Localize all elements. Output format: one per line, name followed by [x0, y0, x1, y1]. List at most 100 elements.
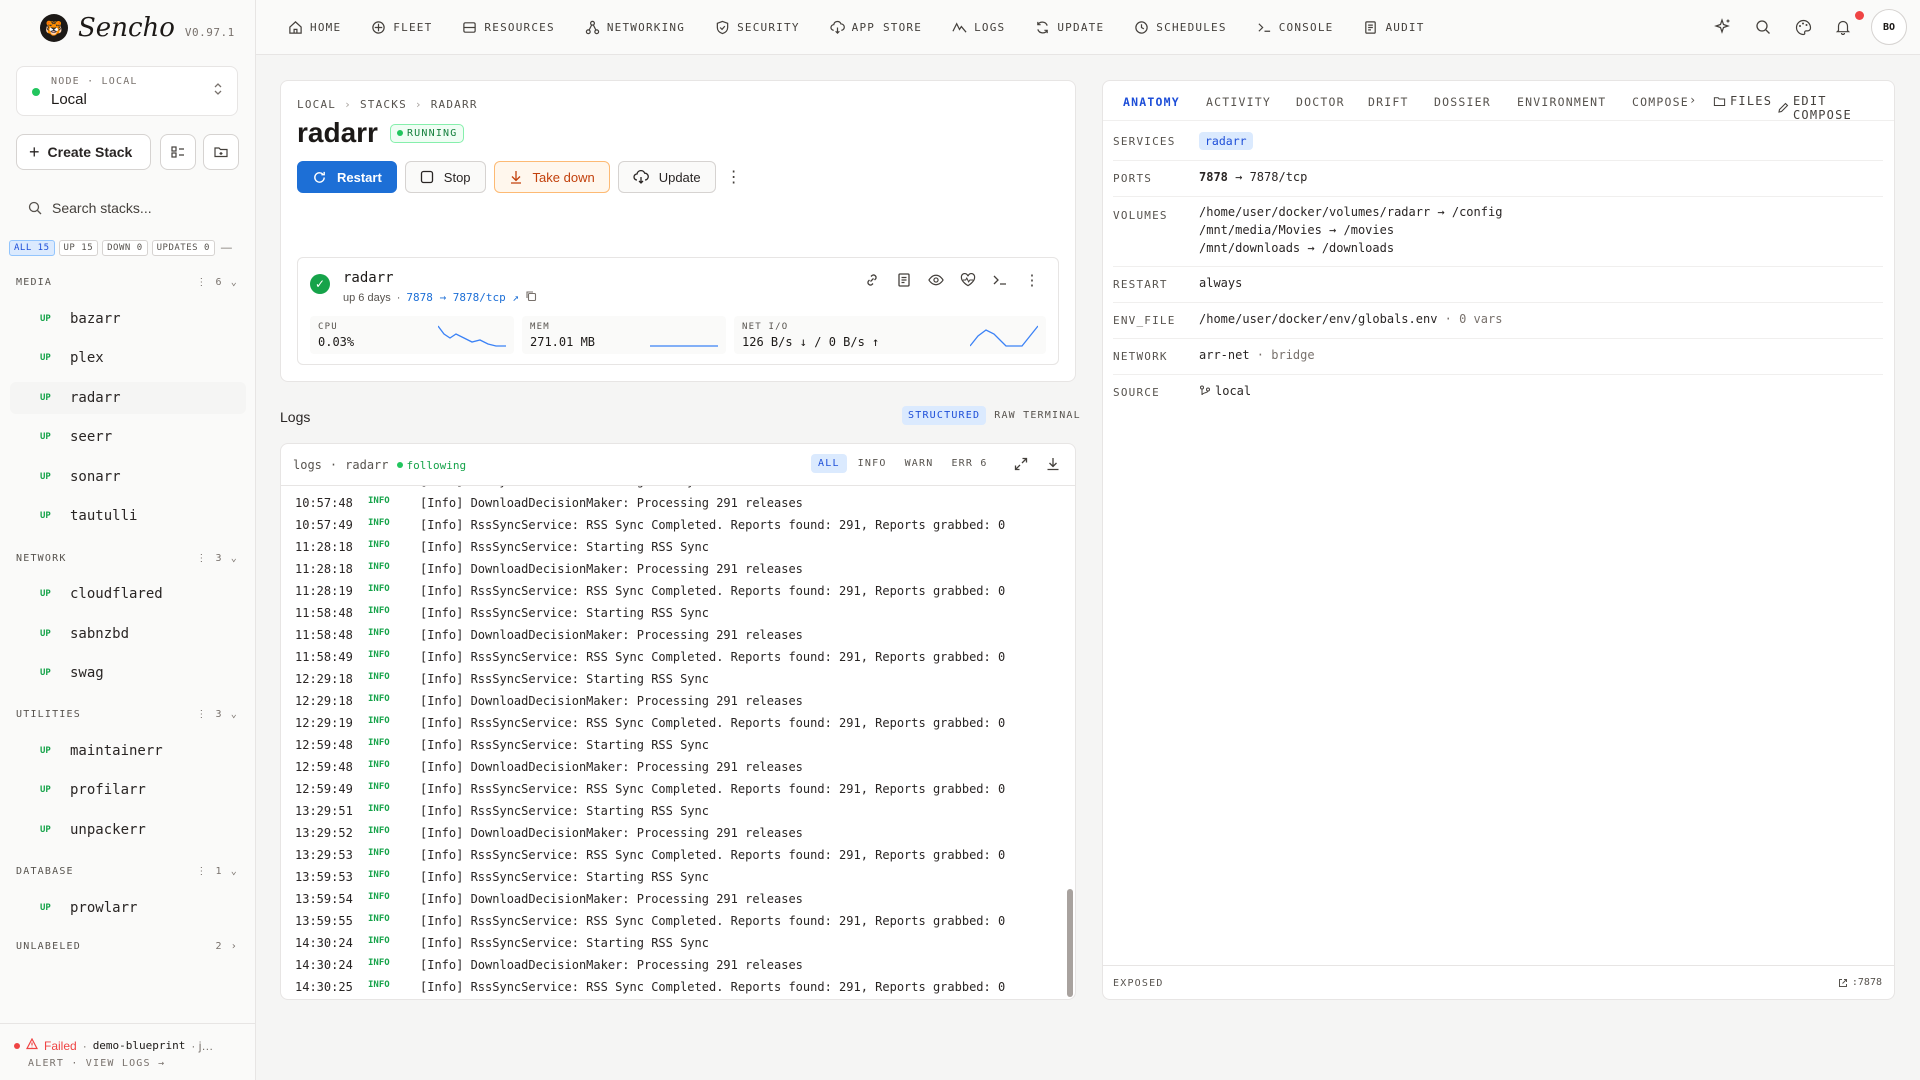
log-lines[interactable]: 10:57:47 INFO [Info] RssSyncService: Start…: [281, 486, 1061, 999]
node-selector[interactable]: NODE · LOCAL Local: [16, 66, 238, 116]
filter-up[interactable]: UP 15: [58, 240, 99, 256]
filter-updates[interactable]: UPDATES 0: [151, 240, 215, 256]
chevron-right-icon[interactable]: ›: [1689, 93, 1697, 107]
nav-resources[interactable]: RESOURCES: [462, 20, 554, 35]
stack-item-seerr[interactable]: UP seerr: [10, 421, 246, 453]
take-down-button[interactable]: Take down: [493, 161, 610, 193]
stack-item-cloudflared[interactable]: UP cloudflared: [10, 578, 246, 610]
create-stack-button[interactable]: + Create Stack: [16, 134, 151, 170]
restart-button[interactable]: Restart: [297, 161, 397, 193]
search-input[interactable]: Search stacks...: [52, 200, 152, 216]
nav-security[interactable]: SECURITY: [715, 20, 800, 35]
level-warn[interactable]: WARN: [898, 454, 941, 473]
top-nav: HOME FLEET RESOURCES NETWORKING SECURITY…: [256, 0, 1920, 55]
mode-raw-terminal[interactable]: RAW TERMINAL: [988, 406, 1087, 425]
stack-item-maintainerr[interactable]: UP maintainerr: [10, 735, 246, 767]
tab-compose[interactable]: COMPOSE: [1632, 95, 1690, 109]
expand-icon[interactable]: [1013, 456, 1029, 477]
level-all[interactable]: ALL: [811, 454, 847, 473]
copy-icon[interactable]: [525, 290, 537, 305]
nav-networking[interactable]: NETWORKING: [585, 20, 685, 35]
more-vertical-icon[interactable]: ⋮: [196, 866, 207, 877]
more-vertical-icon[interactable]: ⋮: [196, 709, 207, 720]
nav-home[interactable]: HOME: [288, 20, 341, 35]
stack-item-swag[interactable]: UP swag: [10, 657, 246, 689]
nav-app-store[interactable]: APP STORE: [830, 20, 922, 35]
nav-update[interactable]: UPDATE: [1035, 20, 1104, 35]
mode-structured[interactable]: STRUCTURED: [902, 406, 987, 425]
stack-item-radarr[interactable]: UP radarr: [10, 382, 246, 414]
group-header-database[interactable]: DATABASE ⋮ 1 ⌄: [16, 863, 238, 879]
service-chip[interactable]: radarr: [1199, 132, 1253, 150]
heart-pulse-icon[interactable]: [960, 272, 976, 288]
stack-item-profilarr[interactable]: UP profilarr: [10, 774, 246, 806]
eye-icon[interactable]: [928, 272, 944, 288]
tab-drift[interactable]: DRIFT: [1368, 95, 1409, 109]
tab-anatomy[interactable]: ANATOMY: [1123, 95, 1180, 109]
nav-fleet[interactable]: FLEET: [371, 20, 432, 35]
nav-label: HOME: [310, 21, 342, 34]
nav-console[interactable]: CONSOLE: [1257, 20, 1334, 35]
stack-item-sabnzbd[interactable]: UP sabnzbd: [10, 618, 246, 650]
filter-down[interactable]: DOWN 0: [102, 240, 148, 256]
tab-dossier[interactable]: DOSSIER: [1434, 95, 1491, 109]
group-header-media[interactable]: MEDIA ⋮ 6 ⌄: [16, 274, 238, 290]
stack-item-bazarr[interactable]: UP bazarr: [10, 303, 246, 335]
nav-logs[interactable]: LOGS: [952, 20, 1005, 35]
breadcrumb-stacks[interactable]: STACKS: [360, 98, 407, 111]
nav-schedules[interactable]: SCHEDULES: [1134, 20, 1226, 35]
exposed-port-link[interactable]: :7878: [1838, 977, 1882, 988]
log-row: 14:30:24 INFO [Info] DownloadDecisionMaker…: [295, 958, 803, 980]
service-card: ✓ radarr up 6 days · 7878 → 7878/tcp ↗ ⋮…: [297, 257, 1059, 365]
chevron-up-down-icon: [213, 81, 223, 100]
level-err[interactable]: ERR 6: [944, 454, 994, 473]
log-level: INFO: [368, 584, 390, 594]
service-port-link[interactable]: 7878 → 7878/tcp ↗: [406, 291, 519, 304]
files-button[interactable]: FILES: [1713, 94, 1772, 108]
stack-item-plex[interactable]: UP plex: [10, 342, 246, 374]
log-scrollbar[interactable]: [1067, 486, 1073, 999]
more-vertical-icon[interactable]: ⋮: [196, 277, 207, 288]
env-file-path[interactable]: /home/user/docker/env/globals.env: [1199, 312, 1437, 326]
edit-compose-button[interactable]: EDIT COMPOSE: [1777, 94, 1894, 122]
update-button[interactable]: Update: [617, 161, 716, 193]
sparkles-button[interactable]: [1711, 15, 1735, 39]
user-avatar[interactable]: BO: [1871, 9, 1907, 45]
more-vertical-icon[interactable]: ⋮: [196, 553, 207, 564]
stop-button[interactable]: Stop: [404, 161, 486, 193]
group-header-network[interactable]: NETWORK ⋮ 3 ⌄: [16, 550, 238, 566]
theme-button[interactable]: [1791, 15, 1815, 39]
stack-item-prowlarr[interactable]: UP prowlarr: [10, 892, 246, 924]
logs-file-icon[interactable]: [896, 272, 912, 288]
more-vertical-icon[interactable]: ⋮: [1024, 272, 1040, 289]
tab-activity[interactable]: ACTIVITY: [1206, 95, 1271, 109]
level-info[interactable]: INFO: [851, 454, 894, 473]
alert-line[interactable]: Failed · demo-blueprint · j…: [14, 1037, 213, 1053]
app-logo[interactable]: 🐯 Sencho V0.97.1: [40, 12, 235, 44]
more-vertical-icon[interactable]: ⋮: [724, 167, 744, 187]
filter-collapse[interactable]: —: [221, 242, 232, 254]
create-stack-label: Create Stack: [47, 144, 133, 160]
download-icon[interactable]: [1045, 456, 1061, 477]
terminal-icon[interactable]: [992, 272, 1008, 288]
stack-item-tautulli[interactable]: UP tautulli: [10, 500, 246, 532]
stack-filters: ALL 15 UP 15 DOWN 0 UPDATES 0 —: [9, 240, 232, 256]
tab-doctor[interactable]: DOCTOR: [1296, 95, 1345, 109]
group-view-button[interactable]: [160, 134, 196, 170]
stack-search[interactable]: Search stacks...: [28, 200, 152, 216]
global-search-button[interactable]: [1751, 15, 1775, 39]
filter-all[interactable]: ALL 15: [9, 240, 55, 256]
new-folder-button[interactable]: [203, 134, 239, 170]
alert-view-logs-link[interactable]: ALERT · VIEW LOGS →: [28, 1058, 165, 1069]
log-scroll-thumb[interactable]: [1067, 889, 1073, 997]
group-header-utilities[interactable]: UTILITIES ⋮ 3 ⌄: [16, 706, 238, 722]
stack-item-sonarr[interactable]: UP sonarr: [10, 461, 246, 493]
following-indicator[interactable]: following: [396, 459, 466, 472]
link-icon[interactable]: [864, 272, 880, 288]
stack-item-unpackerr[interactable]: UP unpackerr: [10, 814, 246, 846]
nav-audit[interactable]: AUDIT: [1363, 20, 1424, 35]
group-header-unlabeled[interactable]: UNLABELED 2 ›: [16, 938, 238, 954]
breadcrumb-local[interactable]: LOCAL: [297, 98, 336, 111]
tab-environment[interactable]: ENVIRONMENT: [1517, 95, 1606, 109]
notifications-button[interactable]: [1831, 11, 1864, 39]
